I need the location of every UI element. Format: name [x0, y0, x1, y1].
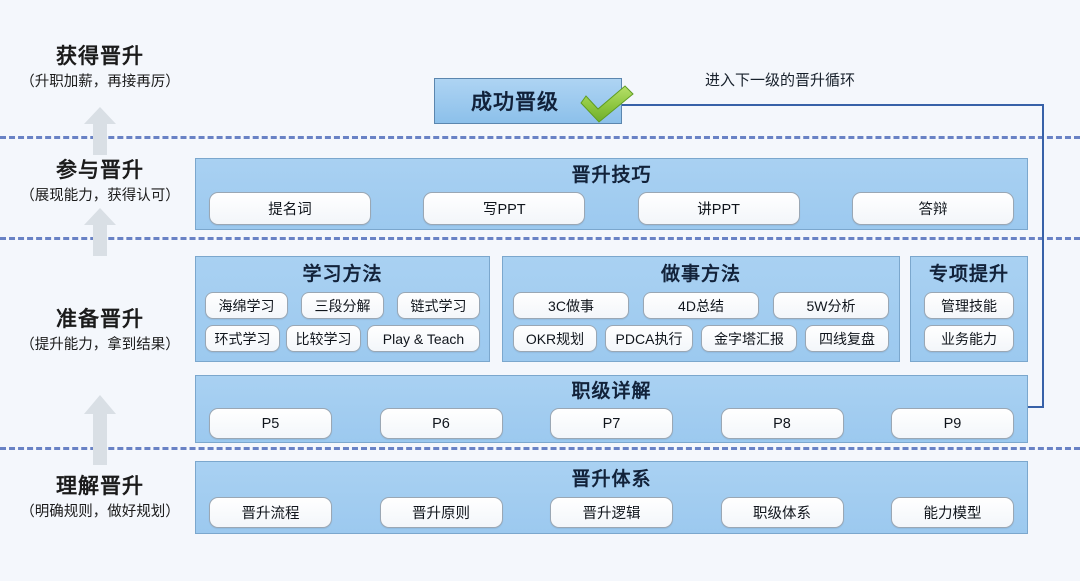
panel-title: 专项提升: [928, 264, 1009, 285]
chip-system-4[interactable]: 职级体系: [720, 497, 844, 528]
loop-label: 进入下一级的晋升循环: [705, 72, 856, 89]
promotion-framework-diagram: 获得晋升 （升职加薪，再接再厉） 参与晋升 （展现能力，获得认可） 准备晋升 （…: [0, 0, 1080, 581]
chip-learning-3[interactable]: 链式学习: [397, 292, 480, 319]
chip-level-p9[interactable]: P9: [891, 408, 1014, 439]
panel-special-improvement: 专项提升 管理技能 业务能力: [910, 256, 1028, 362]
stage-title: 理解晋升: [56, 475, 144, 498]
panel-promotion-skills: 晋升技巧 提名词 写PPT 讲PPT 答辩: [195, 158, 1028, 230]
levels-chip-row: P5 P6 P7 P8 P9: [196, 408, 1027, 439]
chip-doing-3[interactable]: 5W分析: [773, 292, 889, 319]
stage-subtitle: （升职加薪，再接再厉）: [20, 74, 180, 91]
chip-level-p6[interactable]: P6: [379, 408, 503, 439]
skills-chip-row: 提名词 写PPT 讲PPT 答辩: [196, 192, 1027, 225]
panel-working-methods: 做事方法 3C做事 4D总结 5W分析 OKR规划 PDCA执行 金字塔汇报 四…: [502, 256, 900, 362]
green-check-icon: [580, 85, 634, 123]
chip-learning-4[interactable]: 环式学习: [205, 325, 280, 352]
chip-system-1[interactable]: 晋升流程: [209, 497, 332, 528]
chip-special-1[interactable]: 管理技能: [924, 292, 1014, 319]
panel-title: 晋升技巧: [571, 165, 652, 186]
divider-participate-prepare: [0, 237, 1080, 240]
chip-learning-2[interactable]: 三段分解: [301, 292, 384, 319]
success-label: 成功晋级: [471, 91, 559, 114]
chip-special-2[interactable]: 业务能力: [924, 325, 1014, 352]
stage-title: 获得晋升: [56, 45, 144, 68]
panel-title: 职级详解: [571, 381, 652, 402]
panel-title: 学习方法: [302, 264, 383, 285]
panel-level-details: 职级详解 P5 P6 P7 P8 P9: [195, 375, 1028, 443]
chip-doing-2[interactable]: 4D总结: [643, 292, 759, 319]
chip-skill-2[interactable]: 写PPT: [423, 192, 586, 225]
stage-title: 参与晋升: [56, 159, 144, 182]
panel-learning-methods: 学习方法 海绵学习 三段分解 链式学习 环式学习 比较学习 Play & Tea…: [195, 256, 490, 362]
stage-label-prepare: 准备晋升 （提升能力，拿到结果）: [0, 307, 200, 357]
up-arrow-to-obtain: [82, 107, 118, 155]
chip-doing-1[interactable]: 3C做事: [513, 292, 629, 319]
learning-chip-row-1: 海绵学习 三段分解 链式学习: [196, 292, 489, 319]
chip-doing-4[interactable]: OKR规划: [513, 325, 597, 352]
stage-label-understand: 理解晋升 （明确规则，做好规划）: [0, 474, 200, 524]
system-chip-row: 晋升流程 晋升原则 晋升逻辑 职级体系 能力模型: [196, 497, 1027, 528]
chip-doing-7[interactable]: 四线复盘: [805, 325, 889, 352]
stage-subtitle: （明确规则，做好规划）: [20, 504, 180, 521]
chip-learning-1[interactable]: 海绵学习: [205, 292, 288, 319]
stage-title: 准备晋升: [56, 308, 144, 331]
chip-system-3[interactable]: 晋升逻辑: [550, 497, 673, 528]
stage-subtitle: （展现能力，获得认可）: [20, 188, 180, 205]
doing-chip-row-2: OKR规划 PDCA执行 金字塔汇报 四线复盘: [503, 325, 899, 352]
chip-level-p8[interactable]: P8: [720, 408, 844, 439]
chip-learning-5[interactable]: 比较学习: [286, 325, 361, 352]
up-arrow-to-participate: [82, 208, 118, 256]
success-promotion-box[interactable]: 成功晋级: [434, 78, 634, 124]
chip-skill-3[interactable]: 讲PPT: [637, 192, 800, 225]
chip-learning-6[interactable]: Play & Teach: [367, 325, 480, 352]
chip-doing-5[interactable]: PDCA执行: [605, 325, 693, 352]
divider-prepare-understand: [0, 447, 1080, 450]
chip-system-2[interactable]: 晋升原则: [379, 497, 503, 528]
divider-obtain-participate: [0, 136, 1080, 139]
panel-title: 做事方法: [660, 264, 741, 285]
special-chip-row-1: 管理技能: [911, 292, 1027, 319]
chip-doing-6[interactable]: 金字塔汇报: [701, 325, 797, 352]
chip-skill-4[interactable]: 答辩: [851, 192, 1014, 225]
chip-skill-1[interactable]: 提名词: [209, 192, 371, 225]
learning-chip-row-2: 环式学习 比较学习 Play & Teach: [196, 325, 489, 352]
chip-level-p7[interactable]: P7: [550, 408, 673, 439]
stage-label-obtain: 获得晋升 （升职加薪，再接再厉）: [0, 44, 200, 94]
up-arrow-to-prepare: [82, 395, 118, 465]
stage-label-participate: 参与晋升 （展现能力，获得认可）: [0, 158, 200, 208]
special-chip-row-2: 业务能力: [911, 325, 1027, 352]
doing-chip-row-1: 3C做事 4D总结 5W分析: [503, 292, 899, 319]
panel-title: 晋升体系: [571, 469, 652, 490]
chip-level-p5[interactable]: P5: [209, 408, 332, 439]
chip-system-5[interactable]: 能力模型: [891, 497, 1014, 528]
panel-promotion-system: 晋升体系 晋升流程 晋升原则 晋升逻辑 职级体系 能力模型: [195, 461, 1028, 534]
stage-subtitle: （提升能力，拿到结果）: [20, 337, 180, 354]
